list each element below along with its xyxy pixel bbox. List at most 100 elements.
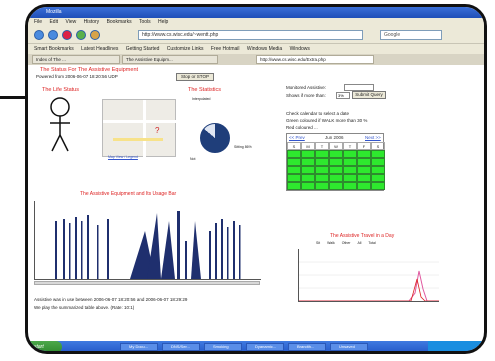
menu-bar: File Edit View History Bookmarks Tools H… (28, 18, 484, 27)
calendar-prev-link[interactable]: << Prev (289, 135, 305, 140)
footer-line-1: Assistive was in use between 2006-06-07 … (34, 297, 188, 302)
calendar-day[interactable] (343, 158, 357, 166)
callout-line (0, 96, 26, 99)
calendar-day[interactable] (301, 182, 315, 190)
title-bar: Mozilla (28, 7, 484, 18)
calendar-day[interactable] (287, 166, 301, 174)
calendar-day[interactable] (301, 150, 315, 158)
calendar-day[interactable] (371, 150, 385, 158)
calendar-day[interactable] (329, 166, 343, 174)
calendar-day[interactable] (357, 182, 371, 190)
menu-history[interactable]: History (84, 19, 100, 25)
address-bar[interactable]: http://www.cs.wisc.edu/~wentt.php (138, 30, 363, 40)
calendar-day[interactable] (301, 158, 315, 166)
calendar-day[interactable] (315, 166, 329, 174)
search-input[interactable]: Google (380, 30, 442, 40)
taskbar: start My Docu... DNS/Ser... Smoking Dyan… (28, 341, 484, 351)
calendar-day[interactable] (315, 174, 329, 182)
monitored-select[interactable] (344, 84, 374, 91)
forward-button[interactable] (48, 30, 58, 40)
bookmark-item[interactable]: Customize Links (167, 46, 204, 52)
calendar-day[interactable] (287, 150, 301, 158)
statistics-title: The Statistics (188, 87, 222, 93)
menu-file[interactable]: File (34, 19, 42, 25)
screenshot-frame: Mozilla File Edit View History Bookmarks… (25, 4, 487, 354)
life-status-title: The Life Status (42, 87, 79, 93)
bookmark-item[interactable]: Free Hotmail (211, 46, 240, 52)
back-button[interactable] (34, 30, 44, 40)
travel-chart-legend: Sit Walk Other All Total (316, 241, 376, 245)
menu-view[interactable]: View (65, 19, 76, 25)
bookmark-item[interactable]: Getting Started (126, 46, 160, 52)
taskbar-item[interactable]: My Docu... (120, 343, 158, 351)
calendar-day[interactable] (315, 150, 329, 158)
calendar-day[interactable] (343, 150, 357, 158)
calendar-day[interactable] (343, 174, 357, 182)
calendar: << Prev Jun 2006 Next >> S M T W T F S (286, 133, 385, 191)
refresh-button[interactable]: Stop or STOP (176, 73, 214, 81)
weekday-header: F (357, 142, 371, 150)
calendar-day[interactable] (301, 166, 315, 174)
start-button[interactable]: start (28, 341, 62, 351)
calendar-day[interactable] (287, 158, 301, 166)
calendar-day[interactable] (329, 158, 343, 166)
statistics-pie-chart (200, 123, 230, 153)
bookmark-item[interactable]: Smart Bookmarks (34, 46, 74, 52)
weekday-header: S (287, 142, 301, 150)
calendar-day[interactable] (329, 182, 343, 190)
menu-edit[interactable]: Edit (49, 19, 58, 25)
reload-button[interactable] (76, 30, 86, 40)
calendar-next-link[interactable]: Next >> (365, 135, 381, 140)
calendar-day[interactable] (315, 182, 329, 190)
home-button[interactable] (90, 30, 100, 40)
calendar-day[interactable] (371, 166, 385, 174)
usage-chart-title: The Assistive Equipment and Its Usage Ba… (80, 191, 177, 197)
pie-label-top: Interpolated (192, 97, 211, 101)
submit-query-button[interactable]: Submit Query (352, 91, 386, 99)
calendar-day[interactable] (301, 174, 315, 182)
show-input[interactable]: 3% (336, 92, 350, 99)
menu-help[interactable]: Help (158, 19, 168, 25)
taskbar-item[interactable]: DNS/Ser... (162, 343, 200, 351)
calendar-day[interactable] (329, 174, 343, 182)
calendar-day[interactable] (371, 158, 385, 166)
map-marker-icon: ? (155, 126, 160, 135)
bookmark-item[interactable]: Windows Media (247, 46, 282, 52)
taskbar-item[interactable]: Smoking (204, 343, 242, 351)
map-link[interactable]: Map View / Legend (108, 155, 138, 159)
calendar-day[interactable] (315, 158, 329, 166)
calendar-day[interactable] (343, 182, 357, 190)
window-title: Mozilla (46, 9, 62, 15)
chart-scrollbar[interactable] (34, 281, 260, 285)
calendar-day[interactable] (371, 182, 385, 190)
map-view[interactable]: ? (102, 99, 177, 158)
weekday-header: T (343, 142, 357, 150)
tab-active[interactable]: http://www.cs.wisc.edu/Extra.php (256, 55, 374, 64)
calendar-day[interactable] (343, 166, 357, 174)
taskbar-item[interactable]: Dyanamic... (246, 343, 284, 351)
calendar-day[interactable] (357, 158, 371, 166)
bookmark-item[interactable]: Windows (290, 46, 310, 52)
calendar-day[interactable] (371, 174, 385, 182)
tab-assistive[interactable]: The Assistive Equipm... (122, 55, 218, 64)
menu-bookmarks[interactable]: Bookmarks (107, 19, 132, 25)
taskbar-item[interactable]: Unsaved (330, 343, 368, 351)
usage-bar-chart (34, 201, 261, 280)
calendar-day[interactable] (357, 174, 371, 182)
weekday-header: S (371, 142, 385, 150)
bookmarks-toolbar: Smart Bookmarks Latest Headlines Getting… (28, 44, 484, 54)
calendar-day[interactable] (329, 150, 343, 158)
calendar-day[interactable] (287, 182, 301, 190)
weekday-header: M (301, 142, 315, 150)
browser-window: Mozilla File Edit View History Bookmarks… (28, 7, 484, 351)
monitored-label: Monitored Assistive: (286, 85, 327, 90)
taskbar-item[interactable]: Brandth... (288, 343, 326, 351)
menu-tools[interactable]: Tools (139, 19, 151, 25)
stop-button[interactable] (62, 30, 72, 40)
calendar-day[interactable] (287, 174, 301, 182)
calendar-day[interactable] (357, 150, 371, 158)
bookmark-item[interactable]: Latest Headlines (81, 46, 118, 52)
calendar-day[interactable] (357, 166, 371, 174)
legend-item: Other (341, 241, 351, 245)
tab-index[interactable]: Index of The ... (32, 55, 120, 64)
